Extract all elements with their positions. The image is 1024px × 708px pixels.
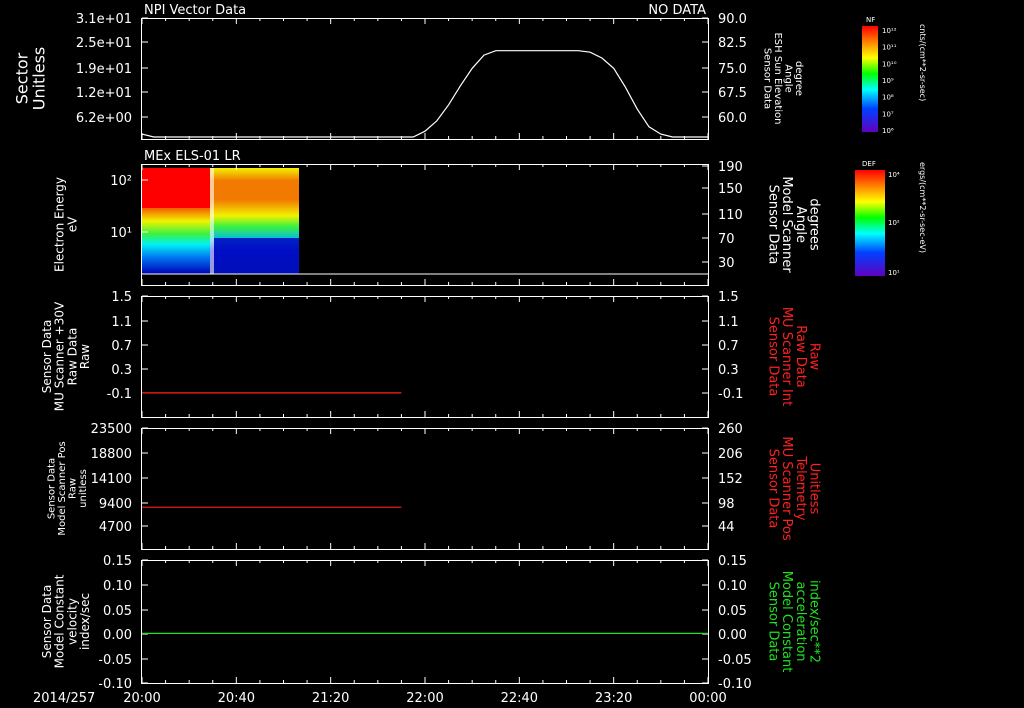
y-right-tick-label: 75.0: [718, 62, 747, 77]
colorbar-def-units: ergs/(cm**2-sr-sec-eV): [918, 162, 927, 253]
y-right-tick-label: 0.15: [718, 554, 747, 569]
series-line: [141, 50, 708, 138]
colorbar-nf-units: cnts/(cm**2-sr-sec): [918, 24, 927, 101]
y-left-tick-label: 0.10: [103, 579, 132, 594]
y-left-tick-label: 1.5: [111, 290, 132, 305]
y-right-tick-label: 1.5: [718, 290, 739, 305]
y-left-tick-label: 1.2e+01: [76, 86, 132, 101]
y-left-tick-label: 10¹: [110, 226, 132, 241]
y-left-tick-label: 1.9e+01: [76, 62, 132, 77]
y-right-tick-label: 206: [718, 447, 743, 462]
panel-4-frame: [141, 428, 709, 550]
multi-panel-time-series-plot: NPI Vector Data NO DATA MEx ELS-01 LR NF…: [13, 3, 927, 706]
x-tick-label: 23:20: [595, 691, 632, 706]
panel-3-frame: [141, 296, 709, 418]
y-left-axis-label: Sensor DataMU Scanner +30VRaw DataRaw: [40, 301, 92, 411]
y-right-tick-label: -0.05: [718, 653, 752, 668]
y-right-tick-label: 30: [718, 256, 735, 271]
y-right-tick-label: 0.7: [718, 339, 739, 354]
colorbar-nf-tick: 10¹⁰: [882, 60, 897, 68]
y-left-axis-label: SectorUnitless: [13, 47, 49, 111]
y-right-tick-label: 1.1: [718, 315, 739, 330]
y-right-tick-label: 44: [718, 520, 735, 535]
electron-spectrogram: [142, 168, 299, 274]
colorbar-nf-tick: 10⁶: [882, 127, 894, 135]
colorbar-def-tick: 10²: [888, 219, 900, 227]
panel-5-frame: [141, 560, 709, 684]
colorbar-def-label: DEF: [862, 160, 876, 168]
colorbar-nf-tick: 10¹¹: [882, 44, 897, 52]
x-tick-label: 20:40: [218, 691, 255, 706]
y-right-tick-label: 67.5: [718, 86, 747, 101]
y-left-tick-label: -0.1: [107, 387, 132, 402]
panel-1-title: NPI Vector Data: [144, 3, 246, 18]
y-left-tick-label: 9400: [99, 497, 132, 512]
y-left-axis-label: Sensor DataModel Scanner PosRawunitless: [46, 441, 89, 535]
y-left-tick-label: 23500: [91, 422, 132, 437]
y-left-axis-label: Sensor DataModel Constantvelocityindex/s…: [40, 574, 92, 668]
y-right-tick-label: 0.05: [718, 604, 747, 619]
y-left-tick-label: 0.05: [103, 604, 132, 619]
y-left-tick-label: -0.05: [98, 653, 132, 668]
y-right-tick-label: 190: [718, 160, 743, 175]
y-left-tick-label: 2.5e+01: [76, 36, 132, 51]
y-left-tick-label: 6.2e+00: [76, 111, 132, 126]
y-right-tick-label: 260: [718, 422, 743, 437]
colorbar-nf-label: NF: [866, 16, 875, 24]
y-right-tick-label: -0.10: [718, 677, 752, 692]
y-right-tick-label: 110: [718, 208, 743, 223]
y-right-tick-label: 0.3: [718, 363, 739, 378]
panel-1-frame: [141, 18, 709, 140]
colorbar-def-tick: 10¹: [888, 269, 900, 277]
y-right-tick-label: 90.0: [718, 12, 747, 27]
y-left-tick-label: 4700: [99, 520, 132, 535]
colorbar-nf-tick: 10¹²: [882, 27, 897, 35]
y-left-tick-label: 0.00: [103, 628, 132, 643]
y-left-tick-label: -0.10: [98, 677, 132, 692]
y-right-tick-label: 70: [718, 232, 735, 247]
x-tick-label: 21:20: [312, 691, 349, 706]
colorbar-nf: NF: [862, 16, 878, 132]
y-right-axis-label: Sensor DataModel Constantaccelerationind…: [766, 571, 822, 673]
y-left-axis-label: Electron EnergyeV: [53, 177, 80, 272]
colorbar-nf-tick: 10⁸: [882, 94, 894, 102]
x-tick-label: 00:00: [689, 691, 726, 706]
colorbar-def-tick: 10⁴: [888, 171, 900, 179]
x-tick-label: 20:00: [123, 691, 160, 706]
x-tick-label: 22:00: [406, 691, 443, 706]
y-right-tick-label: 152: [718, 472, 743, 487]
y-left-tick-label: 10²: [110, 174, 132, 189]
y-right-tick-label: -0.1: [718, 387, 743, 402]
panel-1-status: NO DATA: [648, 3, 706, 18]
y-left-tick-label: 0.7: [111, 339, 132, 354]
x-axis-date-label: 2014/257: [33, 691, 95, 706]
y-right-axis-label: Sensor DataESH Sun ElevationAngledegree: [761, 32, 804, 124]
y-right-axis-label: Sensor DataMU Scanner IntRaw DataRaw: [766, 307, 822, 406]
panel-2-title: MEx ELS-01 LR: [144, 149, 241, 164]
y-right-tick-label: 150: [718, 182, 743, 197]
colorbar-nf-tick: 10⁷: [882, 110, 894, 118]
y-right-tick-label: 0.10: [718, 579, 747, 594]
y-left-tick-label: 18800: [91, 447, 132, 462]
colorbar-nf-tick: 10⁹: [882, 77, 894, 85]
y-right-tick-label: 98: [718, 497, 735, 512]
y-left-tick-label: 0.15: [103, 554, 132, 569]
y-right-axis-label: Sensor DataMU Scanner PosTelemetryUnitle…: [766, 436, 822, 541]
y-left-tick-label: 3.1e+01: [76, 12, 132, 27]
x-tick-label: 22:40: [501, 691, 538, 706]
y-left-tick-label: 0.3: [111, 363, 132, 378]
colorbar-def: DEF: [855, 160, 885, 276]
y-right-tick-label: 0.00: [718, 628, 747, 643]
y-left-tick-label: 1.1: [111, 315, 132, 330]
y-left-tick-label: 14100: [91, 472, 132, 487]
y-right-axis-label: Sensor DataModel ScannerAngledegrees: [766, 176, 822, 273]
y-right-tick-label: 82.5: [718, 36, 747, 51]
y-right-tick-label: 60.0: [718, 111, 747, 126]
